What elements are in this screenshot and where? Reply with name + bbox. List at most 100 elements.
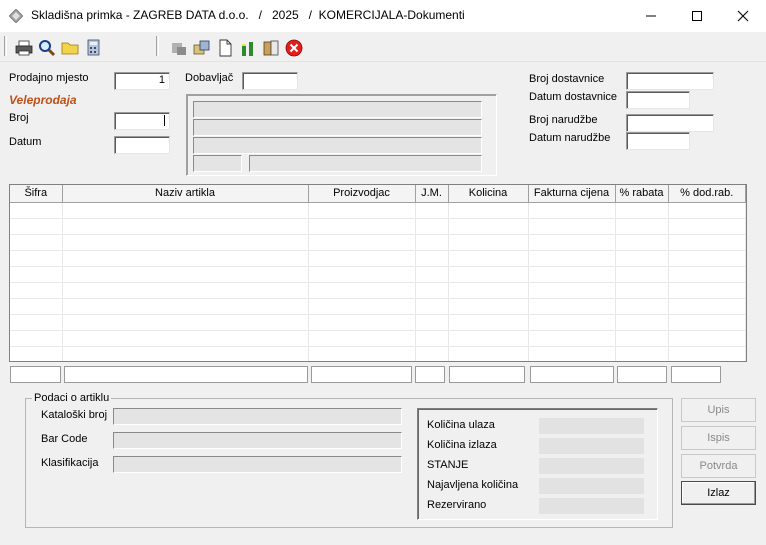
table-cell[interactable]: [448, 234, 529, 251]
table-cell[interactable]: [668, 346, 746, 361]
column-header-sifra[interactable]: Šifra: [10, 185, 63, 203]
table-cell[interactable]: [415, 298, 449, 315]
ispis-button[interactable]: Ispis: [681, 426, 756, 450]
izlaz-button[interactable]: Izlaz: [681, 481, 756, 505]
book-button[interactable]: [262, 39, 280, 57]
table-cell[interactable]: [308, 266, 416, 283]
exit-toolbar-button[interactable]: [285, 39, 303, 57]
new-document-button[interactable]: [216, 39, 234, 57]
table-cell[interactable]: [615, 218, 669, 235]
table-cell[interactable]: [668, 330, 746, 347]
table-cell[interactable]: [62, 330, 309, 347]
print-button[interactable]: [15, 39, 33, 57]
close-window-button[interactable]: [720, 0, 766, 32]
table-cell[interactable]: [615, 266, 669, 283]
table-cell[interactable]: [308, 218, 416, 235]
table-row[interactable]: [10, 330, 746, 347]
column-header-fakturna-cijena[interactable]: Fakturna cijena: [528, 185, 616, 203]
table-cell[interactable]: [62, 234, 309, 251]
table-cell[interactable]: [10, 266, 63, 283]
table-cell[interactable]: [415, 234, 449, 251]
open-folder-button[interactable]: [61, 39, 79, 57]
table-cell[interactable]: [62, 202, 309, 219]
upis-button[interactable]: Upis: [681, 398, 756, 422]
datum-dostavnice-input[interactable]: [626, 91, 690, 109]
table-row[interactable]: [10, 250, 746, 267]
table-cell[interactable]: [308, 234, 416, 251]
table-cell[interactable]: [528, 234, 616, 251]
table-cell[interactable]: [62, 298, 309, 315]
table-cell[interactable]: [62, 314, 309, 331]
calculator-button[interactable]: [85, 39, 103, 57]
table-cell[interactable]: [415, 202, 449, 219]
table-cell[interactable]: [615, 202, 669, 219]
table-cell[interactable]: [528, 250, 616, 267]
table-cell[interactable]: [668, 202, 746, 219]
transfer-button[interactable]: [193, 39, 211, 57]
table-cell[interactable]: [448, 266, 529, 283]
items-grid[interactable]: Šifra Naziv artikla Proizvodjac J.M. Kol…: [9, 184, 747, 362]
table-cell[interactable]: [668, 266, 746, 283]
table-cell[interactable]: [448, 330, 529, 347]
table-cell[interactable]: [528, 282, 616, 299]
table-cell[interactable]: [10, 234, 63, 251]
prodajno-mjesto-input[interactable]: 1: [114, 72, 170, 90]
broj-input[interactable]: [114, 112, 170, 130]
table-row[interactable]: [10, 266, 746, 283]
table-cell[interactable]: [308, 346, 416, 361]
table-cell[interactable]: [415, 314, 449, 331]
table-cell[interactable]: [448, 250, 529, 267]
table-cell[interactable]: [62, 346, 309, 361]
table-cell[interactable]: [10, 218, 63, 235]
table-cell[interactable]: [448, 282, 529, 299]
table-cell[interactable]: [528, 202, 616, 219]
table-cell[interactable]: [415, 282, 449, 299]
table-cell[interactable]: [448, 218, 529, 235]
table-cell[interactable]: [528, 330, 616, 347]
copy-button[interactable]: [170, 39, 188, 57]
table-cell[interactable]: [615, 298, 669, 315]
potvrda-button[interactable]: Potvrda: [681, 454, 756, 478]
table-cell[interactable]: [528, 314, 616, 331]
table-row[interactable]: [10, 314, 746, 331]
table-cell[interactable]: [528, 266, 616, 283]
search-button[interactable]: [38, 39, 56, 57]
column-header-dod-rabat[interactable]: % dod.rab.: [668, 185, 746, 203]
table-cell[interactable]: [308, 250, 416, 267]
table-cell[interactable]: [308, 282, 416, 299]
table-cell[interactable]: [528, 298, 616, 315]
table-cell[interactable]: [10, 202, 63, 219]
table-cell[interactable]: [415, 218, 449, 235]
table-cell[interactable]: [668, 250, 746, 267]
table-cell[interactable]: [308, 330, 416, 347]
table-cell[interactable]: [62, 250, 309, 267]
table-cell[interactable]: [10, 314, 63, 331]
table-cell[interactable]: [10, 346, 63, 361]
table-row[interactable]: [10, 234, 746, 251]
table-row[interactable]: [10, 346, 746, 361]
table-cell[interactable]: [10, 298, 63, 315]
table-cell[interactable]: [528, 218, 616, 235]
table-row[interactable]: [10, 202, 746, 219]
table-cell[interactable]: [668, 218, 746, 235]
table-cell[interactable]: [415, 330, 449, 347]
column-header-rabat[interactable]: % rabata: [615, 185, 669, 203]
column-header-proizvodjac[interactable]: Proizvodjac: [308, 185, 416, 203]
table-cell[interactable]: [62, 282, 309, 299]
datum-narudzbe-input[interactable]: [626, 132, 690, 150]
table-cell[interactable]: [10, 282, 63, 299]
table-cell[interactable]: [415, 346, 449, 361]
table-cell[interactable]: [448, 314, 529, 331]
datum-input[interactable]: [114, 136, 170, 154]
table-row[interactable]: [10, 298, 746, 315]
minimize-button[interactable]: [628, 0, 674, 32]
table-cell[interactable]: [615, 346, 669, 361]
table-cell[interactable]: [668, 298, 746, 315]
table-cell[interactable]: [415, 266, 449, 283]
broj-dostavnice-input[interactable]: [626, 72, 714, 90]
table-cell[interactable]: [10, 250, 63, 267]
table-cell[interactable]: [615, 314, 669, 331]
table-cell[interactable]: [448, 202, 529, 219]
statistics-button[interactable]: [239, 39, 257, 57]
table-cell[interactable]: [448, 346, 529, 361]
